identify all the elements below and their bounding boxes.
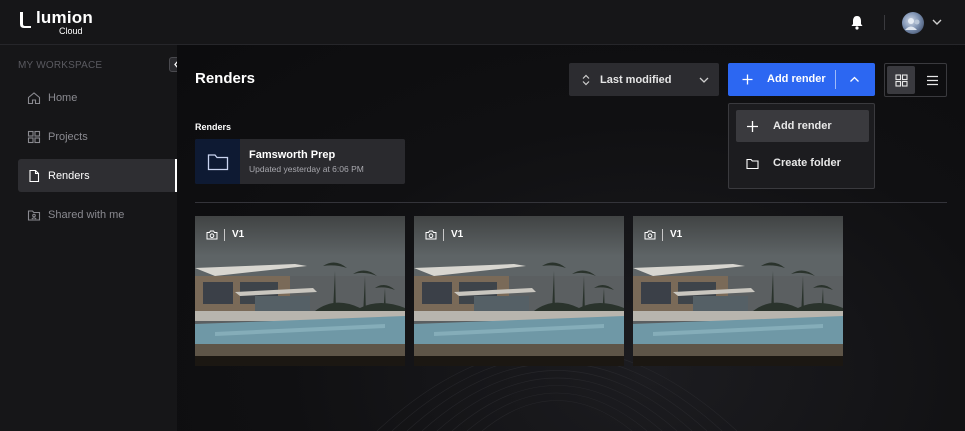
app-subname: Cloud: [59, 26, 83, 36]
section-divider: [195, 202, 947, 203]
add-render-button[interactable]: Add render: [728, 63, 875, 96]
version-badge: V1: [670, 229, 683, 240]
top-bar: lumion Cloud: [0, 0, 965, 45]
sidebar-item-label: Shared with me: [48, 208, 125, 221]
workspace-label: MY WORKSPACE: [18, 60, 103, 71]
app-name: lumion: [36, 8, 93, 27]
render-card-separator: [443, 229, 444, 241]
menu-item-label: Create folder: [773, 157, 841, 169]
list-view-icon: [926, 75, 938, 85]
menu-item-label: Add render: [773, 120, 832, 132]
folder-name: Famsworth Prep: [249, 149, 336, 161]
camera-icon: [206, 230, 218, 240]
menu-item-add-render[interactable]: Add render: [736, 110, 869, 142]
folder-icon: [746, 158, 759, 169]
folder-updated: Updated yesterday at 6:06 PM: [249, 164, 364, 174]
sidebar-item-label: Home: [48, 91, 78, 104]
home-icon: [27, 91, 41, 104]
lumion-logo-icon: [20, 12, 31, 28]
lumion-logo[interactable]: lumion Cloud: [18, 9, 93, 36]
version-badge: V1: [232, 229, 245, 240]
file-icon: [29, 169, 40, 182]
chevron-down-icon: [699, 77, 709, 83]
page-title: Renders: [195, 70, 256, 87]
render-card[interactable]: V1: [633, 216, 843, 366]
version-badge: V1: [451, 229, 464, 240]
sidebar-item-label: Renders: [48, 169, 90, 182]
section-label: Renders: [195, 122, 232, 132]
view-toggle: [884, 63, 947, 97]
plus-icon: [747, 120, 758, 132]
grid-view-button[interactable]: [887, 66, 915, 94]
sort-dropdown[interactable]: Last modified: [569, 63, 719, 96]
button-separator: [835, 70, 836, 89]
camera-icon: [425, 230, 437, 240]
menu-item-create-folder[interactable]: Create folder: [736, 147, 869, 179]
render-card-separator: [662, 229, 663, 241]
render-card[interactable]: V1: [414, 216, 624, 366]
folder-icon: [207, 153, 228, 170]
render-card[interactable]: V1: [195, 216, 405, 366]
sidebar-item-home[interactable]: Home: [18, 81, 177, 114]
render-card-separator: [224, 229, 225, 241]
chevron-up-icon[interactable]: [849, 74, 860, 85]
render-card-header: [414, 216, 624, 256]
bell-icon[interactable]: [850, 15, 864, 30]
sidebar-item-shared[interactable]: Shared with me: [18, 198, 177, 231]
sidebar-item-projects[interactable]: Projects: [18, 120, 177, 153]
folder-thumbnail: [195, 139, 240, 184]
camera-icon: [644, 230, 656, 240]
list-view-button[interactable]: [918, 66, 946, 94]
sort-icon: [582, 74, 590, 85]
add-menu: Add render Create folder: [728, 103, 875, 189]
grid-view-icon: [894, 73, 908, 87]
chevron-down-icon[interactable]: [932, 17, 942, 27]
folder-card[interactable]: Famsworth Prep Updated yesterday at 6:06…: [195, 139, 405, 184]
sidebar-item-renders[interactable]: Renders: [18, 159, 177, 192]
sort-label: Last modified: [600, 73, 672, 86]
render-card-header: [633, 216, 843, 256]
add-render-label: Add render: [767, 73, 826, 85]
grid-icon: [27, 130, 41, 143]
header-divider: [884, 15, 885, 30]
sidebar-item-label: Projects: [48, 130, 88, 143]
render-card-header: [195, 216, 405, 256]
avatar[interactable]: [902, 12, 924, 34]
sidebar: MY WORKSPACE Home Projects Renders Share…: [0, 45, 184, 431]
shared-folder-icon: [27, 209, 41, 221]
plus-icon: [742, 74, 753, 85]
